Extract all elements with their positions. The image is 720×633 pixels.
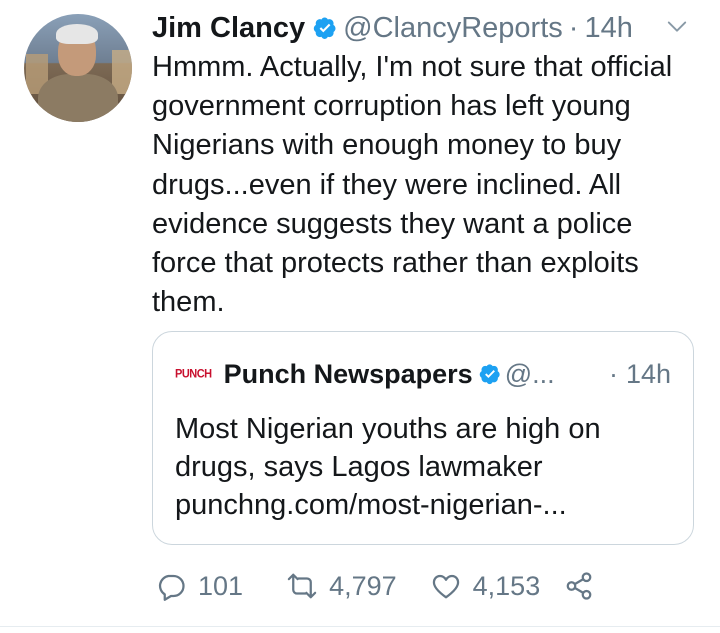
quoted-text-line: Most Nigerian youths are high on bbox=[175, 413, 601, 445]
separator-dot: · bbox=[608, 358, 618, 389]
quoted-tweet-text: Most Nigerian youths are high on drugs, … bbox=[175, 410, 675, 524]
like-icon bbox=[432, 574, 459, 599]
like-button[interactable]: 4,153 bbox=[431, 570, 541, 602]
quoted-author-name: Punch Newspapers bbox=[223, 358, 473, 389]
quoted-timestamp: · 14h bbox=[609, 356, 671, 392]
avatar-hair bbox=[56, 24, 98, 44]
share-button[interactable] bbox=[564, 571, 594, 601]
tweet-header: Jim Clancy @ClancyReports · 14h bbox=[152, 10, 633, 46]
tweet-timestamp[interactable]: 14h bbox=[584, 12, 632, 45]
quoted-tweet[interactable]: PUNCH Punch Newspapers @... · 14h Most N… bbox=[152, 331, 694, 545]
like-count: 4,153 bbox=[472, 570, 541, 601]
avatar[interactable] bbox=[24, 14, 132, 122]
separator-dot: · bbox=[568, 11, 579, 44]
author-handle[interactable]: @ClancyReports bbox=[343, 12, 563, 45]
retweet-count: 4,797 bbox=[329, 570, 397, 601]
reply-button[interactable]: 101 bbox=[156, 571, 243, 602]
tweet-text: Hmmm. Actually, I'm not sure that offici… bbox=[152, 51, 673, 319]
punch-logo: PUNCH bbox=[175, 367, 212, 381]
reply-icon bbox=[158, 574, 185, 601]
retweet-button[interactable]: 4,797 bbox=[287, 571, 397, 602]
author-name[interactable]: Jim Clancy bbox=[152, 12, 305, 45]
quoted-link[interactable]: punchng.com/most-nigerian-... bbox=[175, 486, 675, 524]
retweet-icon bbox=[287, 573, 317, 599]
quoted-time: 14h bbox=[625, 358, 671, 389]
quoted-text-line: drugs, says Lagos lawmaker bbox=[175, 451, 543, 483]
verified-icon bbox=[479, 364, 500, 385]
quoted-author-handle: @... bbox=[504, 358, 555, 389]
quoted-tweet-header: PUNCH Punch Newspapers @... bbox=[175, 356, 555, 392]
avatar-body bbox=[38, 74, 118, 122]
verified-icon bbox=[313, 17, 336, 39]
tweet-actions: 101 4,797 4,153 bbox=[156, 566, 594, 606]
caret-down-icon[interactable] bbox=[666, 16, 688, 38]
share-icon bbox=[566, 572, 592, 600]
reply-count: 101 bbox=[198, 570, 244, 601]
divider bbox=[0, 626, 720, 627]
